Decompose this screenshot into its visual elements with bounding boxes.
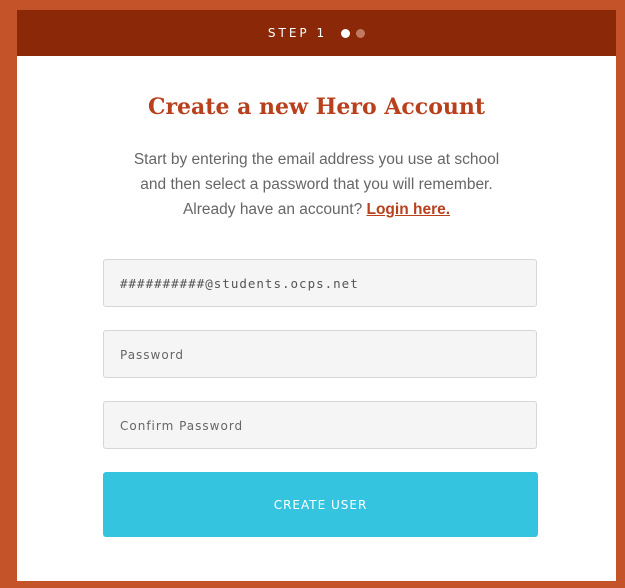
step-label: STEP 1 [267, 26, 328, 40]
signup-card: STEP 1 Create a new Hero Account Start b… [17, 10, 616, 581]
intro-line-3-prefix: Already have an account? [182, 201, 367, 218]
intro-line-1: Start by entering the email address you … [133, 151, 500, 168]
confirm-password-field[interactable] [103, 401, 537, 449]
page-frame: STEP 1 Create a new Hero Account Start b… [0, 0, 625, 588]
login-link[interactable]: Login here. [367, 201, 451, 218]
intro-line-3: Already have an account? Login here. [77, 197, 556, 222]
step-dot-2 [356, 28, 366, 38]
password-field[interactable] [103, 330, 537, 378]
email-field[interactable] [103, 259, 537, 307]
intro-line-2: and then select a password that you will… [140, 176, 493, 193]
intro-text: Start by entering the email address you … [77, 147, 556, 222]
page-title: Create a new Hero Account [147, 94, 486, 120]
step-dot-1 [341, 28, 351, 38]
step-header: STEP 1 [17, 10, 616, 56]
create-user-button[interactable]: CREATE USER [103, 472, 538, 537]
